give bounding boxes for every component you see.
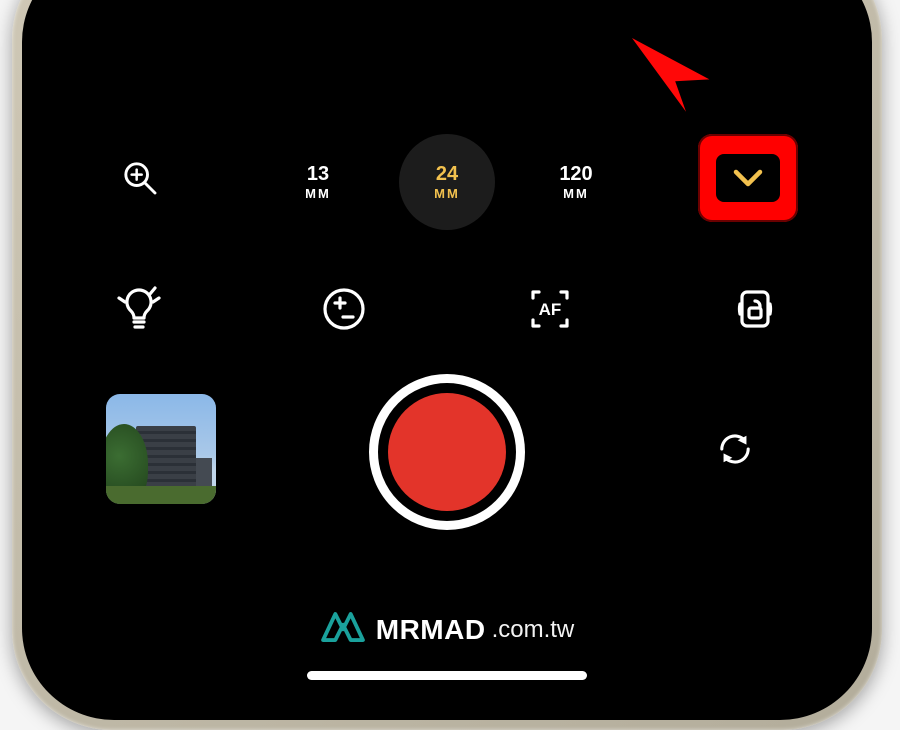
autofocus-label: AF — [538, 300, 561, 319]
shutter-ring — [369, 374, 525, 530]
capture-row — [36, 394, 858, 504]
exposure-button[interactable] — [242, 284, 448, 334]
lens-row: 13 MM 24 MM 120 MM — [36, 134, 858, 222]
expand-controls-button[interactable] — [716, 154, 780, 202]
tool-row: AF — [36, 284, 858, 334]
exposure-plus-minus-icon — [319, 284, 369, 334]
rotation-lock-icon — [730, 284, 780, 334]
watermark-logo-icon — [320, 609, 366, 650]
lens-option-24mm[interactable]: 24 MM — [399, 134, 495, 230]
gallery-thumbnail[interactable] — [106, 394, 216, 504]
lens-value: 13 — [307, 164, 329, 185]
shutter-button[interactable] — [388, 393, 506, 511]
lens-option-120mm[interactable]: 120 MM — [539, 145, 613, 219]
watermark: MRMAD .com.tw — [36, 609, 858, 650]
lightbulb-icon — [114, 284, 164, 334]
lens-value: 120 — [559, 164, 592, 185]
callout-arrow-icon — [623, 29, 713, 119]
home-indicator[interactable] — [307, 671, 587, 680]
camera-screen: 13 MM 24 MM 120 MM — [36, 0, 858, 706]
lens-unit: MM — [563, 187, 589, 201]
zoom-in-icon — [120, 158, 160, 198]
highlight-box — [698, 134, 798, 222]
chevron-down-icon — [728, 158, 768, 198]
autofocus-button[interactable]: AF — [447, 284, 653, 334]
lens-selector: 13 MM 24 MM 120 MM — [281, 134, 613, 230]
phone-frame: 13 MM 24 MM 120 MM — [12, 0, 882, 730]
thumb-grass — [106, 486, 216, 504]
zoom-in-button[interactable] — [116, 154, 164, 202]
phone-bezel: 13 MM 24 MM 120 MM — [22, 0, 872, 720]
lens-option-13mm[interactable]: 13 MM — [281, 145, 355, 219]
rotation-lock-button[interactable] — [653, 284, 859, 334]
lens-value: 24 — [436, 164, 458, 185]
lens-unit: MM — [305, 187, 331, 201]
camera-flip-button[interactable] — [712, 426, 758, 472]
watermark-suffix: .com.tw — [492, 616, 575, 644]
camera-flip-icon — [713, 427, 757, 471]
lens-unit: MM — [434, 187, 460, 201]
watermark-brand: MRMAD — [376, 614, 486, 646]
autofocus-icon: AF — [525, 284, 575, 334]
light-button[interactable] — [36, 284, 242, 334]
